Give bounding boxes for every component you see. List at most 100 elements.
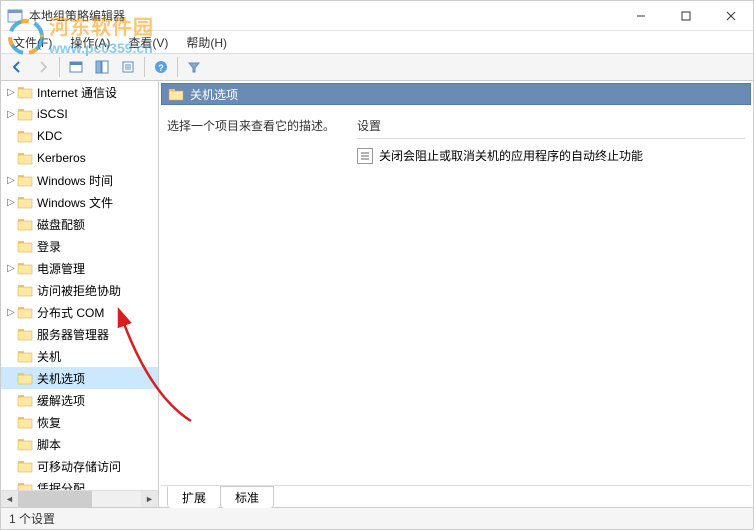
tree-item[interactable]: 凭据分配 [1,477,158,490]
folder-icon [168,86,184,102]
tree-item[interactable]: ▷ 电源管理 [1,257,158,279]
chevron-right-icon[interactable]: ▷ [5,197,17,208]
tab-extended[interactable]: 扩展 [167,486,221,508]
setting-row[interactable]: 关闭会阻止或取消关机的应用程序的自动终止功能 [357,145,745,166]
tree-scroll[interactable]: ▷ Internet 通信设 ▷ iSCSI KDC Kerberos ▷ Windows 时… [1,81,158,490]
content-body: 选择一个项目来查看它的描述。 设置 关闭会阻止或取消关机的应用程序的自动终止功能 [159,107,753,485]
tree-item-label: 可移动存储访问 [37,458,121,475]
folder-icon [17,194,33,210]
tree-item[interactable]: 关机选项 [1,367,158,389]
tree-item-label: 关机 [37,348,61,365]
tree-item[interactable]: 恢复 [1,411,158,433]
up-button[interactable] [64,56,88,78]
chevron-right-icon[interactable]: ▷ [5,175,17,186]
tree-item[interactable]: ▷ Internet 通信设 [1,81,158,103]
tree-item-label: iSCSI [37,107,68,121]
content-tabs: 扩展 标准 [161,485,751,507]
tree-item-label: 脚本 [37,436,61,453]
maximize-button[interactable] [663,2,708,30]
tree-item-label: Kerberos [37,151,86,165]
content-pane: 关机选项 选择一个项目来查看它的描述。 设置 关闭会阻止或取消关机的应用程序的自… [159,81,753,507]
setting-label: 关闭会阻止或取消关机的应用程序的自动终止功能 [379,147,643,164]
folder-icon [17,128,33,144]
tree-item-label: 缓解选项 [37,392,85,409]
folder-icon [17,436,33,452]
menu-action[interactable]: 操作(A) [62,32,118,53]
content-header-title: 关机选项 [190,86,238,103]
tree-item-label: Internet 通信设 [37,84,117,101]
close-button[interactable] [708,2,753,30]
folder-icon [17,414,33,430]
folder-icon [17,348,33,364]
folder-icon [17,282,33,298]
tree-item[interactable]: Kerberos [1,147,158,169]
tree-item[interactable]: 可移动存储访问 [1,455,158,477]
tree-item[interactable]: 登录 [1,235,158,257]
tree-item[interactable]: 脚本 [1,433,158,455]
tree-list: ▷ Internet 通信设 ▷ iSCSI KDC Kerberos ▷ Windows 时… [1,81,158,490]
folder-icon [17,458,33,474]
folder-icon [17,84,33,100]
menu-help[interactable]: 帮助(H) [178,32,235,53]
tree-item[interactable]: 访问被拒绝协助 [1,279,158,301]
svg-text:?: ? [158,63,164,73]
tree-item[interactable]: ▷ iSCSI [1,103,158,125]
tree-item[interactable]: ▷Windows 文件 [1,191,158,213]
tree-item-label: 电源管理 [37,260,85,277]
tree-item-label: 恢复 [37,414,61,431]
tree-item[interactable]: ▷分布式 COM [1,301,158,323]
toolbar-sep [144,57,145,77]
tree-pane: ▷ Internet 通信设 ▷ iSCSI KDC Kerberos ▷ Windows 时… [1,81,159,507]
chevron-right-icon[interactable]: ▷ [5,87,17,98]
help-button[interactable]: ? [149,56,173,78]
toolbar: ? [1,53,753,81]
toolbar-sep [59,57,60,77]
tree-item[interactable]: 服务器管理器 [1,323,158,345]
tree-item-label: 服务器管理器 [37,326,109,343]
menubar: 文件(F) 操作(A) 查看(V) 帮助(H) [1,31,753,53]
window-controls [618,2,753,30]
policy-icon [357,148,373,164]
hscroll-thumb[interactable] [18,491,92,508]
status-text: 1 个设置 [9,510,55,527]
chevron-right-icon[interactable]: ▷ [5,263,17,274]
chevron-right-icon[interactable]: ▷ [5,307,17,318]
back-button[interactable] [5,56,29,78]
hscroll-right-button[interactable]: ► [141,491,158,508]
tree-item-label: 凭据分配 [37,480,85,491]
folder-icon [17,326,33,342]
show-hide-tree-button[interactable] [90,56,114,78]
folder-icon [17,392,33,408]
menu-view[interactable]: 查看(V) [120,32,176,53]
forward-button[interactable] [31,56,55,78]
folder-icon [17,150,33,166]
tab-standard[interactable]: 标准 [220,486,274,508]
filter-button[interactable] [182,56,206,78]
export-list-button[interactable] [116,56,140,78]
chevron-right-icon[interactable]: ▷ [5,109,17,120]
hscroll-track[interactable] [18,491,141,508]
tree-item-label: 磁盘配额 [37,216,85,233]
hscroll-left-button[interactable]: ◄ [1,491,18,508]
folder-icon [17,304,33,320]
folder-icon [17,370,33,386]
content-header: 关机选项 [161,83,751,105]
tree-item-label: KDC [37,129,62,143]
folder-icon [17,260,33,276]
folder-icon [17,216,33,232]
tree-item[interactable]: 缓解选项 [1,389,158,411]
tree-item[interactable]: 磁盘配额 [1,213,158,235]
minimize-button[interactable] [618,2,663,30]
statusbar: 1 个设置 [1,507,753,529]
folder-icon [17,480,33,490]
tree-item[interactable]: ▷ Windows 时间 [1,169,158,191]
settings-header: 设置 [357,117,745,139]
titlebar: 本地组策略编辑器 [1,1,753,31]
description-column: 选择一个项目来查看它的描述。 [167,117,337,475]
folder-icon [17,238,33,254]
tree-item[interactable]: KDC [1,125,158,147]
tree-item-label: 访问被拒绝协助 [37,282,121,299]
tree-item[interactable]: 关机 [1,345,158,367]
tree-item-label: Windows 时间 [37,172,113,189]
tree-hscrollbar[interactable]: ◄ ► [1,490,158,507]
